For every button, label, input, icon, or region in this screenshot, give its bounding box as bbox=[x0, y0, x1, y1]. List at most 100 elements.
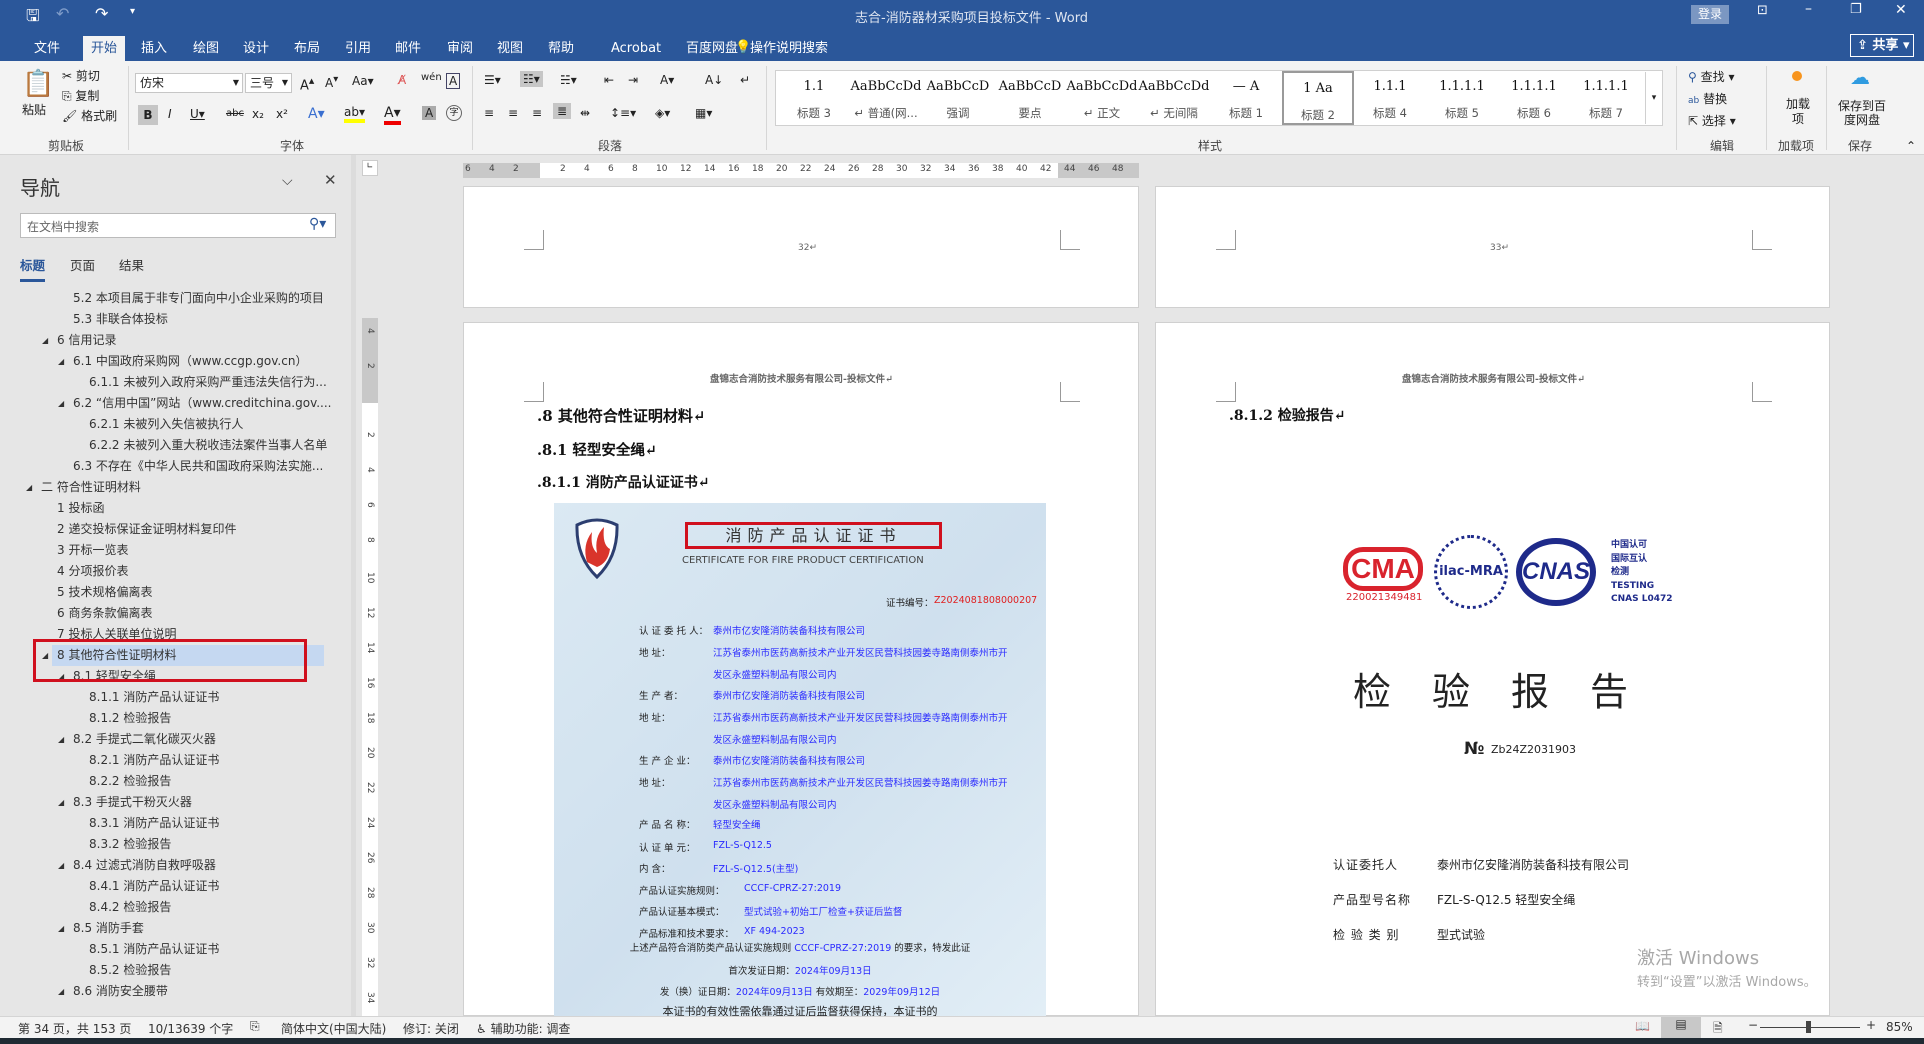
text-effects-icon[interactable]: A▾ bbox=[308, 106, 325, 122]
heading-8-1-1[interactable]: .8.1.1 消防产品认证证书↵ bbox=[537, 472, 709, 492]
change-case-icon[interactable]: Aa▾ bbox=[352, 74, 374, 88]
search-icon[interactable]: ⚲▾ bbox=[309, 216, 326, 232]
collapse-ribbon-icon[interactable]: ⌃ bbox=[1906, 139, 1916, 153]
align-center-icon[interactable]: ≡ bbox=[508, 106, 518, 120]
line-spacing-icon[interactable]: ↕≡▾ bbox=[610, 106, 636, 120]
expand-arrow-icon[interactable]: ◢ bbox=[58, 798, 64, 807]
decrease-indent-icon[interactable]: ⇤ bbox=[604, 73, 614, 87]
vertical-ruler[interactable]: 4 2 2 4 6 8 10 12 14 16 18 20 22 24 26 28 30 32 34 bbox=[362, 318, 378, 1016]
char-border-icon[interactable]: A bbox=[446, 73, 461, 89]
page-count[interactable]: 第 34 页，共 153 页 bbox=[18, 1020, 131, 1037]
zoom-in-icon[interactable]: + bbox=[1866, 1018, 1876, 1032]
paste-button[interactable]: 粘贴 bbox=[22, 101, 46, 118]
clear-format-icon[interactable]: A̸ bbox=[398, 73, 406, 87]
nav-heading-item[interactable]: 6.2 “信用中国”网站（www.creditchina.gov.... bbox=[73, 393, 332, 414]
nav-heading-item[interactable]: 6.1 中国政府采购网（www.ccgp.gov.cn） bbox=[73, 351, 307, 372]
copy-button[interactable]: ⎘ 复制 bbox=[62, 87, 99, 104]
zoom-out-icon[interactable]: − bbox=[1748, 1018, 1758, 1032]
expand-arrow-icon[interactable]: ◢ bbox=[26, 483, 32, 492]
style-8[interactable]: 1.1.1 标题 4 bbox=[1354, 71, 1426, 125]
language[interactable]: 简体中文(中国大陆) bbox=[281, 1020, 386, 1037]
nav-heading-item[interactable]: 8.4 过滤式消防自救呼吸器 bbox=[73, 855, 216, 876]
tab-5[interactable]: 布局 bbox=[286, 36, 328, 61]
read-mode-icon[interactable]: 📖 bbox=[1635, 1019, 1650, 1033]
heading-8-1-2[interactable]: .8.1.2 检验报告↵ bbox=[1229, 405, 1345, 425]
replace-button[interactable]: ab 替换 bbox=[1688, 90, 1727, 107]
style-6[interactable]: — A 标题 1 bbox=[1210, 71, 1282, 125]
distributed-icon[interactable]: ⇹ bbox=[580, 106, 590, 120]
nav-heading-item[interactable]: 8.3.1 消防产品认证证书 bbox=[89, 813, 219, 834]
certificate-image[interactable]: 消防产品认证证书 CERTIFICATE FOR FIRE PRODUCT CE… bbox=[554, 503, 1046, 1016]
nav-heading-item[interactable]: 1 投标函 bbox=[57, 498, 104, 519]
nav-heading-item[interactable]: 3 开标一览表 bbox=[57, 540, 128, 561]
nav-heading-item[interactable]: 8.2.1 消防产品认证证书 bbox=[89, 750, 219, 771]
tab-4[interactable]: 设计 bbox=[235, 36, 277, 61]
justify-icon[interactable]: ≣ bbox=[553, 103, 572, 119]
nav-search-input[interactable]: 在文档中搜索 ⚲▾ bbox=[20, 213, 336, 238]
bold-icon[interactable]: B bbox=[138, 105, 158, 125]
horizontal-ruler[interactable]: 6 4 2 2 4 6 8 10 12 14 16 18 20 22 24 26 28 30 32 34 36 38 40 4… bbox=[463, 163, 1139, 178]
print-layout-icon[interactable]: ▤ bbox=[1661, 1017, 1701, 1038]
show-marks-icon[interactable]: ↵ bbox=[740, 73, 750, 87]
style-2[interactable]: AaBbCcD 强调 bbox=[922, 71, 994, 125]
undo-icon[interactable]: ↶ bbox=[56, 4, 69, 23]
tab-1[interactable]: 开始 bbox=[83, 36, 126, 61]
nav-resize-handle[interactable] bbox=[351, 155, 356, 1016]
style-7[interactable]: 1 Aa 标题 2 bbox=[1282, 71, 1354, 125]
nav-heading-item[interactable]: 2 递交投标保证金证明材料复印件 bbox=[57, 519, 236, 540]
font-color-icon[interactable]: A▾ bbox=[384, 105, 401, 125]
nav-tab-results[interactable]: 结果 bbox=[119, 255, 144, 274]
nav-heading-item[interactable]: 8.3 手提式干粉灭火器 bbox=[73, 792, 192, 813]
style-3[interactable]: AaBbCcD 要点 bbox=[994, 71, 1066, 125]
nav-heading-item[interactable]: 8.3.2 检验报告 bbox=[89, 834, 171, 855]
web-layout-icon[interactable]: 🗎 bbox=[1713, 1019, 1723, 1040]
nav-heading-item[interactable]: 6.2.2 未被列入重大税收违法案件当事人名单 bbox=[89, 435, 327, 456]
zoom-slider-thumb[interactable] bbox=[1805, 1021, 1811, 1033]
style-1[interactable]: AaBbCcDd ↵ 普通(网... bbox=[850, 71, 922, 125]
tab-6[interactable]: 引用 bbox=[337, 36, 379, 61]
align-right-icon[interactable]: ≡ bbox=[532, 106, 542, 120]
nav-heading-item[interactable]: 二 符合性证明材料 bbox=[41, 477, 141, 498]
expand-arrow-icon[interactable]: ◢ bbox=[58, 357, 64, 366]
nav-heading-item[interactable]: 8.5.2 检验报告 bbox=[89, 960, 171, 981]
ribbon-display-icon[interactable]: ⊡ bbox=[1757, 3, 1768, 18]
nav-tab-headings[interactable]: 标题 bbox=[20, 255, 46, 282]
word-count[interactable]: 10/13639 个字 bbox=[148, 1020, 233, 1037]
heading-8-1[interactable]: .8.1 轻型安全绳↵ bbox=[537, 439, 657, 460]
multilevel-list-icon[interactable]: ☵▾ bbox=[560, 73, 577, 87]
tab-11[interactable]: Acrobat bbox=[603, 36, 669, 61]
nav-heading-item[interactable]: 6 商务条款偏离表 bbox=[57, 603, 152, 624]
format-painter-button[interactable]: 🖌 格式刷 bbox=[62, 107, 117, 124]
save-to-baidu-button[interactable]: 保存到百度网盘 bbox=[1836, 99, 1888, 127]
save-icon[interactable]: 🖫 bbox=[26, 5, 40, 32]
nav-heading-item[interactable]: 8.1.2 检验报告 bbox=[89, 708, 171, 729]
superscript-icon[interactable]: x² bbox=[276, 107, 288, 121]
redo-icon[interactable]: ↷ bbox=[95, 4, 108, 23]
strikethrough-icon[interactable]: abc bbox=[226, 108, 244, 119]
expand-arrow-icon[interactable]: ◢ bbox=[58, 399, 64, 408]
tab-2[interactable]: 插入 bbox=[133, 36, 175, 61]
tab-9[interactable]: 视图 bbox=[489, 36, 531, 61]
style-0[interactable]: 1.1 标题 3 bbox=[778, 71, 850, 125]
style-11[interactable]: 1.1.1.1 标题 7 bbox=[1570, 71, 1642, 125]
tab-3[interactable]: 绘图 bbox=[185, 36, 227, 61]
cut-button[interactable]: ✂ 剪切 bbox=[62, 67, 100, 84]
style-5[interactable]: AaBbCcDd ↵ 无间隔 bbox=[1138, 71, 1210, 125]
increase-indent-icon[interactable]: ⇥ bbox=[628, 73, 638, 87]
minimize-icon[interactable]: – bbox=[1805, 1, 1812, 17]
expand-arrow-icon[interactable]: ◢ bbox=[58, 987, 64, 996]
accessibility-button[interactable]: ♿ 辅助功能: 调查 bbox=[476, 1020, 570, 1037]
expand-arrow-icon[interactable]: ◢ bbox=[58, 924, 64, 933]
nav-heading-item[interactable]: 5.3 非联合体投标 bbox=[73, 309, 168, 330]
underline-icon[interactable]: U▾ bbox=[190, 107, 205, 121]
nav-heading-item[interactable]: 8.2 手提式二氧化碳灭火器 bbox=[73, 729, 216, 750]
nav-heading-item[interactable]: 6.2.1 未被列入失信被执行人 bbox=[89, 414, 243, 435]
restore-icon[interactable]: ❐ bbox=[1850, 2, 1862, 17]
nav-heading-item[interactable]: 6.3 不存在《中华人民共和国政府采购法实施... bbox=[73, 456, 323, 477]
styles-more-icon[interactable]: ▾ bbox=[1645, 72, 1662, 124]
borders-icon[interactable]: ▦▾ bbox=[695, 106, 712, 120]
nav-heading-item[interactable]: 6 信用记录 bbox=[57, 330, 116, 351]
proofing-icon[interactable]: ⎘ bbox=[250, 1019, 260, 1034]
nav-heading-item[interactable]: 8.6 消防安全腰带 bbox=[73, 981, 168, 1002]
highlight-icon[interactable]: ab▾ bbox=[344, 105, 365, 123]
